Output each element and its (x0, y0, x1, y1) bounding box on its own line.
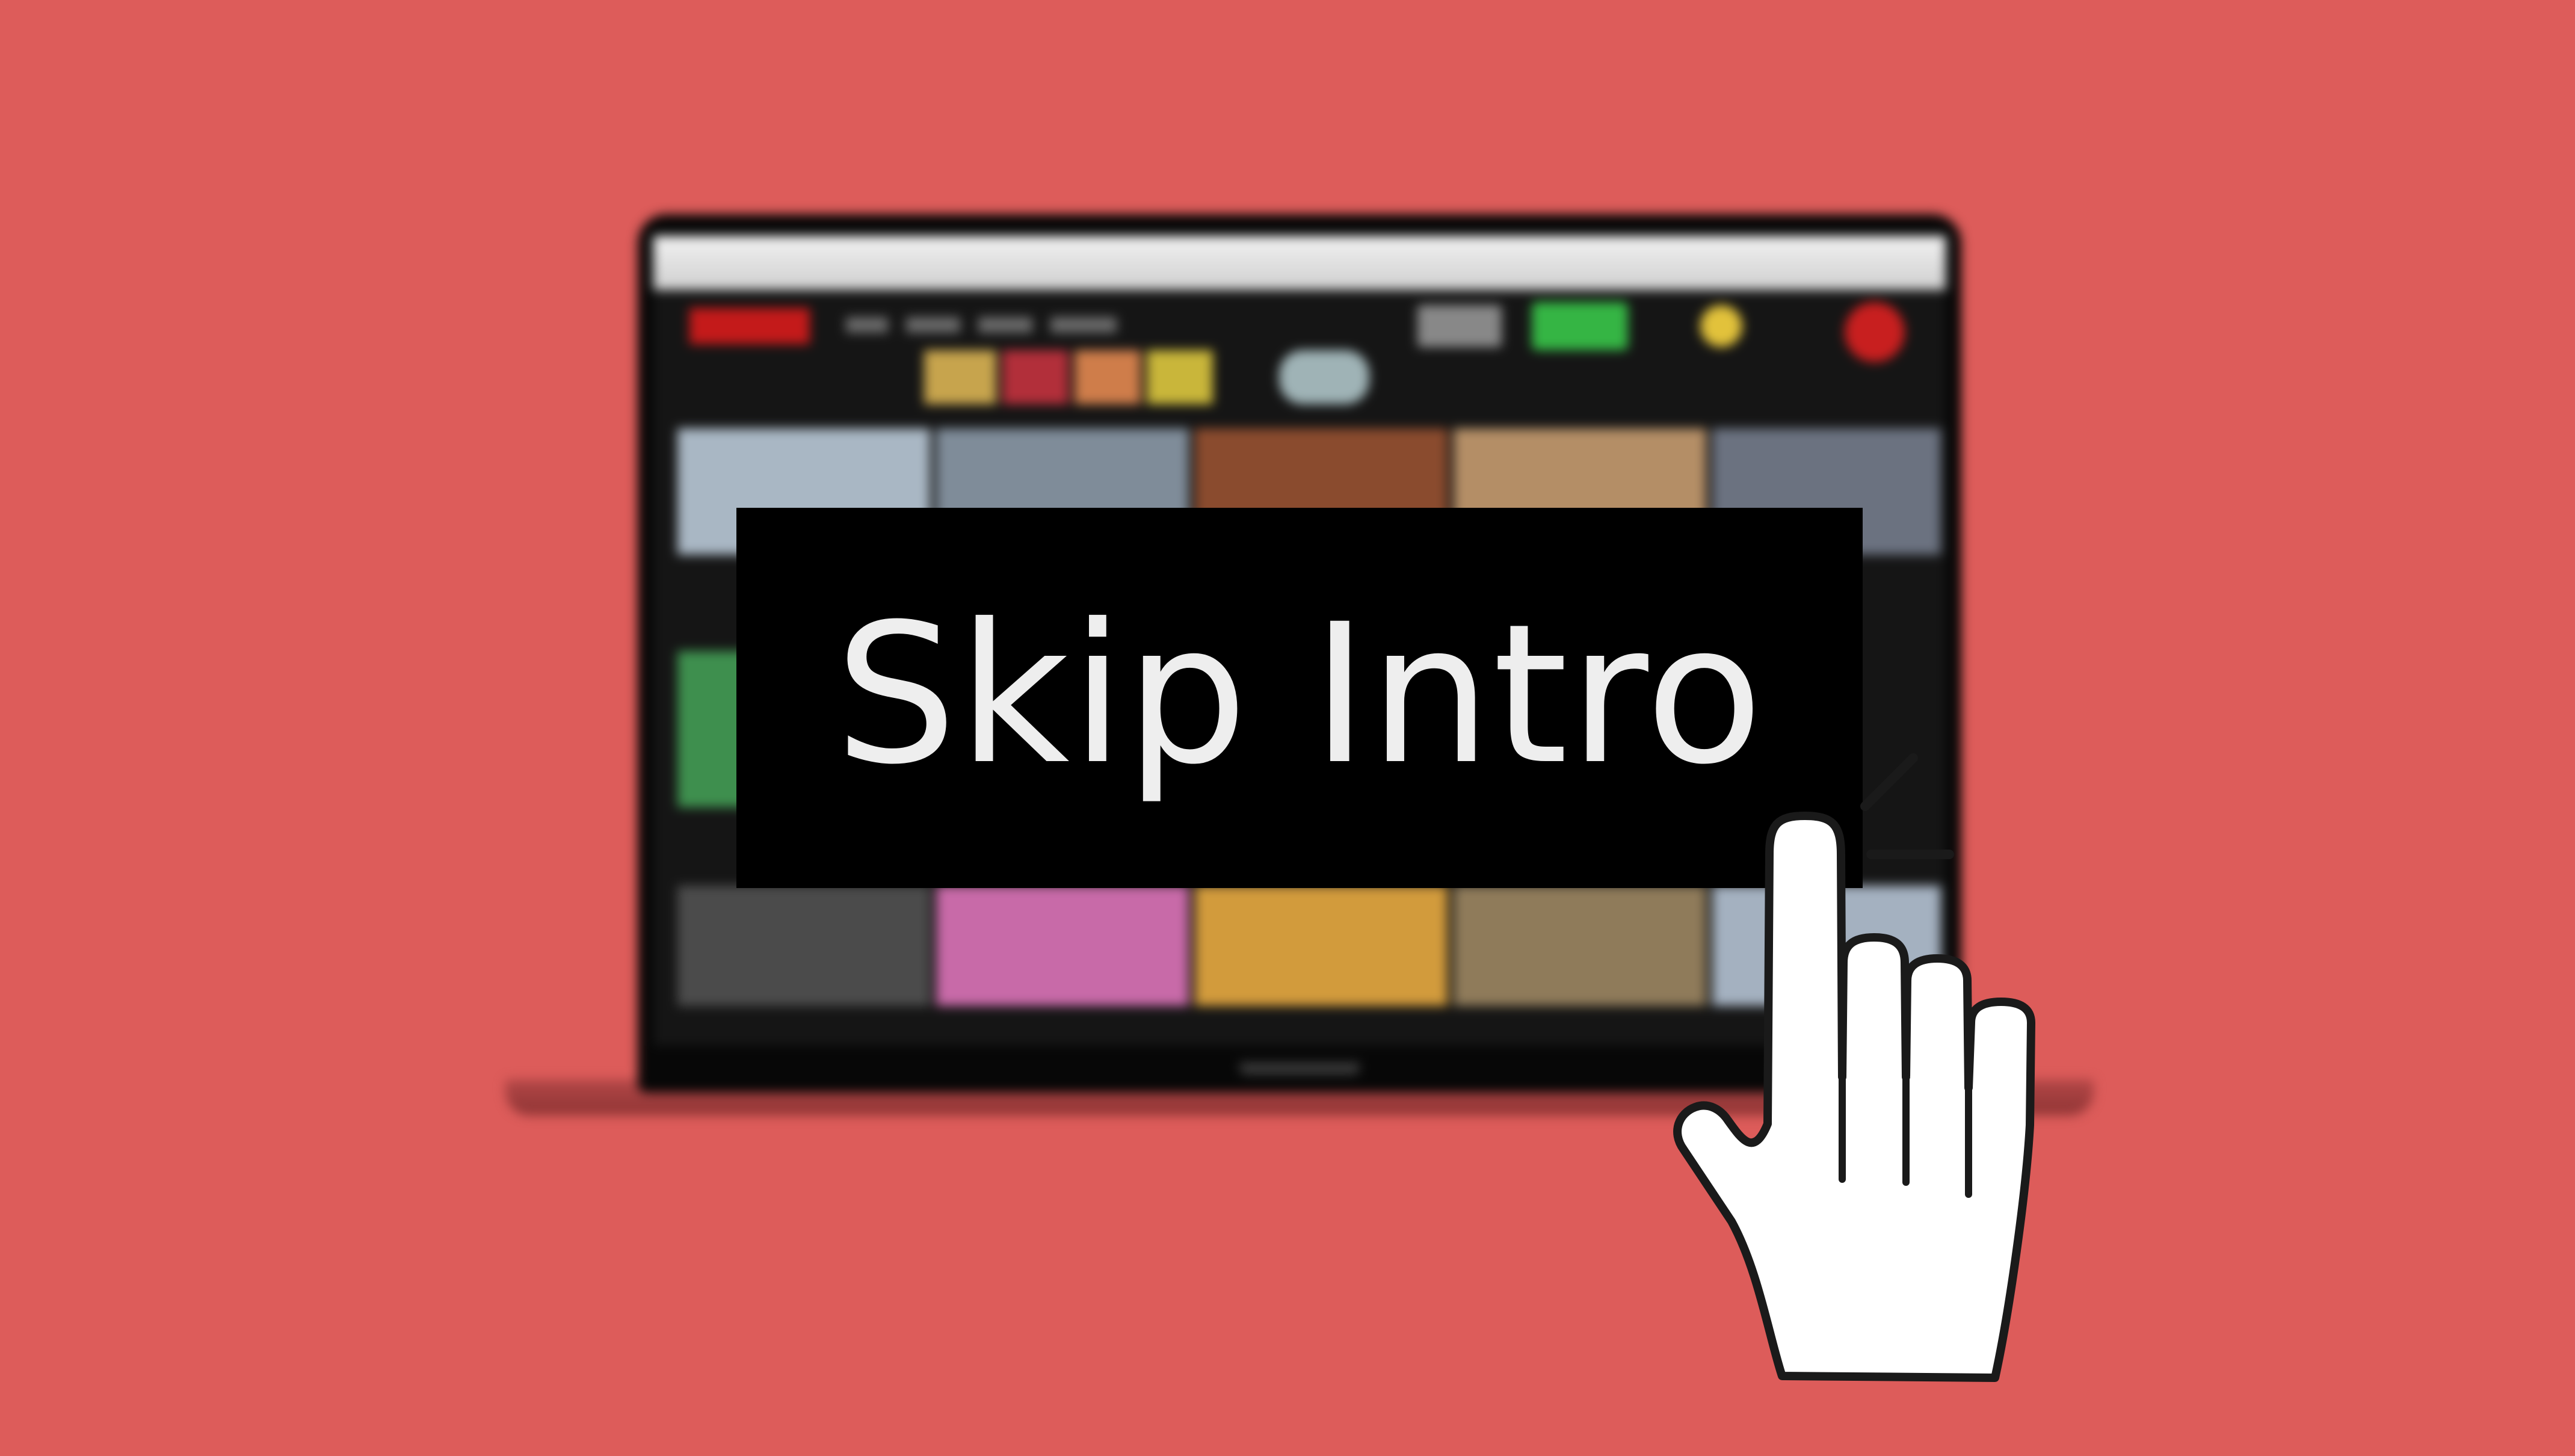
nav-link (978, 317, 1032, 333)
pointer-hand-icon (1673, 753, 2035, 1382)
avatar (1845, 302, 1905, 362)
genre-chip (1002, 350, 1069, 404)
browser-toolbar (653, 236, 1946, 290)
nav-link (846, 317, 888, 333)
stage: Skip Intro (0, 0, 2575, 1456)
nav-button (1532, 302, 1628, 350)
nav-button (1417, 305, 1502, 347)
laptop-notch (1239, 1063, 1360, 1075)
avatar (1700, 305, 1742, 347)
genre-chip (924, 350, 996, 404)
nav-link (906, 317, 960, 333)
hand-shape (1673, 812, 2035, 1382)
nav-link (1050, 317, 1117, 333)
app-logo (689, 308, 810, 344)
genre-chip (1147, 350, 1213, 404)
click-ray (1860, 753, 1918, 811)
title-thumbnail (677, 886, 930, 1006)
genre-chip (1279, 350, 1369, 404)
title-thumbnail (936, 886, 1189, 1006)
title-thumbnail (1195, 886, 1448, 1006)
genre-chip (1075, 350, 1141, 404)
